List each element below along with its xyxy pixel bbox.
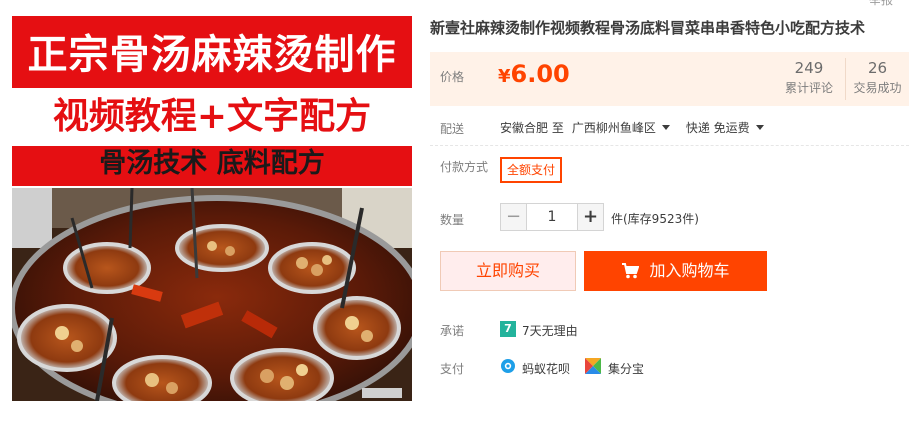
payment-jifenbao[interactable]: 集分宝 [608, 360, 644, 377]
stat-reviews[interactable]: 249 累计评论 [773, 58, 845, 100]
product-banner: 正宗骨汤麻辣烫制作 视频教程+文字配方 骨汤技术 底料配方 [12, 16, 412, 186]
delivery-destination: 广西柳州鱼峰区 [571, 121, 656, 135]
delivery-method-select[interactable]: 快递 免运费 [686, 121, 764, 135]
stat-transactions-label: 交易成功 [853, 81, 902, 95]
banner-line-2-background: 视频教程+文字配方 [12, 88, 412, 146]
payment-method-label: 付款方式 [440, 160, 489, 174]
report-link[interactable]: 举报 [869, 0, 893, 8]
delivery-destination-select[interactable]: 广西柳州鱼峰区 [572, 121, 670, 135]
banner-line-1: 正宗骨汤麻辣烫制作 [12, 24, 412, 86]
jifenbao-icon [585, 358, 601, 374]
delivery-label: 配送 [440, 122, 465, 136]
payment-huabei[interactable]: 蚂蚁花呗 [522, 360, 570, 377]
full-payment-option[interactable]: 全额支付 [500, 157, 562, 183]
shopping-cart-icon [622, 263, 640, 279]
banner-line-2: 视频教程+文字配方 [52, 96, 372, 137]
chevron-down-icon [755, 125, 764, 130]
seven-day-return-icon: 7 [500, 321, 516, 337]
stat-transactions: 26 交易成功 [845, 58, 909, 100]
add-to-cart-button[interactable]: 加入购物车 [584, 251, 767, 291]
product-title: 新壹社麻辣烫制作视频教程骨汤底料冒菜串串香特色小吃配方技术 [430, 19, 866, 37]
quantity-decrease-button[interactable]: − [500, 203, 527, 231]
buy-now-button[interactable]: 立即购买 [440, 251, 576, 291]
stock-info: 件(库存9523件) [611, 212, 699, 226]
banner-line-3: 骨汤技术 底料配方 [99, 148, 325, 179]
quantity-increase-button[interactable]: + [577, 203, 604, 231]
quantity-label: 数量 [440, 213, 465, 227]
price-value: ¥6.00 [498, 60, 570, 88]
promise-text[interactable]: 7天无理由 [522, 322, 578, 339]
sales-stats: 249 累计评论 26 交易成功 [773, 58, 909, 100]
quantity-stepper: − 1 + [500, 203, 604, 231]
divider [430, 145, 909, 146]
price-number: 6.00 [510, 60, 570, 88]
stat-reviews-label: 累计评论 [784, 81, 833, 95]
payment-label: 支付 [440, 362, 465, 376]
price-currency: ¥ [498, 66, 511, 87]
huabei-icon [501, 359, 515, 373]
add-to-cart-label: 加入购物车 [649, 261, 730, 280]
delivery-info: 安徽合肥 至广西柳州鱼峰区 快递 免运费 [500, 119, 764, 136]
delivery-from: 安徽合肥 至 [500, 121, 564, 135]
quantity-input[interactable]: 1 [527, 203, 577, 231]
product-image[interactable]: 正宗骨汤麻辣烫制作 视频教程+文字配方 骨汤技术 底料配方 [12, 16, 412, 401]
stat-reviews-count: 249 [794, 59, 824, 77]
price-box: 价格 ¥6.00 249 累计评论 26 交易成功 [430, 52, 909, 106]
delivery-method: 快递 免运费 [685, 121, 750, 135]
chevron-down-icon [661, 125, 670, 130]
stat-transactions-count: 26 [867, 59, 888, 77]
hotpot-photo [12, 188, 412, 401]
price-label: 价格 [440, 70, 465, 84]
promise-label: 承诺 [440, 324, 465, 338]
